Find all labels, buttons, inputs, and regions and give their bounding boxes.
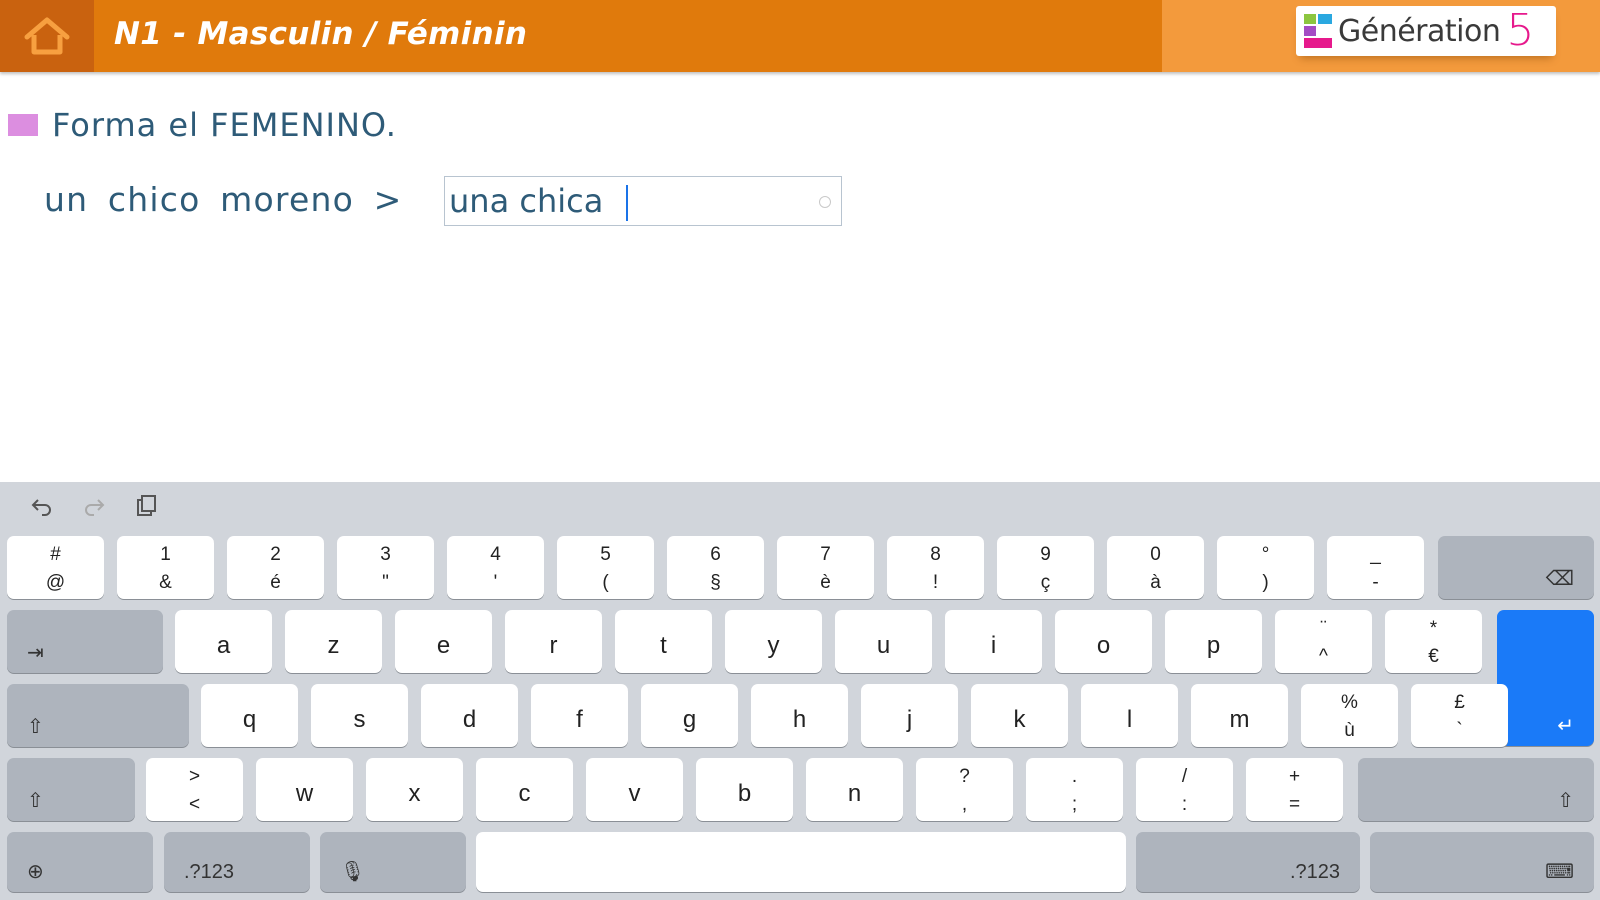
key-m[interactable]: m: [1191, 684, 1288, 747]
numbers-label: .?123: [184, 861, 235, 883]
key-l[interactable]: l: [1081, 684, 1178, 747]
keyboard-hide-icon: ⌨: [1545, 861, 1574, 883]
shift-left-key[interactable]: ⇧: [7, 684, 189, 747]
key-p[interactable]: p: [1165, 610, 1262, 673]
key-8[interactable]: 8!: [887, 536, 984, 599]
brand-number: 5: [1506, 5, 1535, 56]
space-key[interactable]: [476, 832, 1126, 892]
key-h[interactable]: h: [751, 684, 848, 747]
key-z[interactable]: z: [285, 610, 382, 673]
app-header: N1 - Masculin / Féminin Génération 5: [0, 0, 1600, 72]
key-4[interactable]: 4 ': [447, 536, 544, 599]
key-i[interactable]: i: [945, 610, 1042, 673]
key-y[interactable]: y: [725, 610, 822, 673]
exercise-prompt: un chico moreno >: [44, 180, 403, 219]
return-icon: ↵: [1557, 715, 1574, 737]
key-punct-3[interactable]: + =: [1246, 758, 1343, 821]
shift-icon: ⇧: [1557, 790, 1574, 812]
on-screen-keyboard: # @1 & 2 é 3 " 4 ' 5(6 § 7 è 8! 9 ç 0 à °) _ - ⌫ ⇥ a z e r t y u i o p ¨ ^…: [0, 482, 1600, 900]
key-e[interactable]: e: [395, 610, 492, 673]
globe-key[interactable]: ⊕: [7, 832, 153, 892]
instruction-marker-icon: [8, 114, 38, 136]
brand-logo: Génération 5: [1296, 6, 1556, 56]
numbers-key-left[interactable]: .?123: [164, 832, 310, 892]
numbers-key-right[interactable]: .?123: [1136, 832, 1360, 892]
key-2[interactable]: 2é: [227, 536, 324, 599]
clipboard-icon[interactable]: [128, 492, 164, 520]
tab-icon: ⇥: [27, 642, 44, 664]
key-1[interactable]: 1 &: [117, 536, 214, 599]
key-k[interactable]: k: [971, 684, 1068, 747]
key-12[interactable]: _ -: [1327, 536, 1424, 599]
brand-mark-icon: [1304, 14, 1334, 48]
key-w[interactable]: w: [256, 758, 353, 821]
key-r[interactable]: r: [505, 610, 602, 673]
undo-icon[interactable]: [24, 492, 60, 520]
key-10[interactable]: 0à: [1107, 536, 1204, 599]
key-7[interactable]: 7è: [777, 536, 874, 599]
page-title: N1 - Masculin / Féminin: [114, 16, 528, 52]
key-punct-2[interactable]: /:: [1136, 758, 1233, 821]
backspace-icon: ⌫: [1545, 568, 1574, 590]
shift-icon: ⇧: [27, 790, 44, 812]
home-button[interactable]: [0, 0, 94, 72]
key-t[interactable]: t: [615, 610, 712, 673]
key-g[interactable]: g: [641, 684, 738, 747]
key-j[interactable]: j: [861, 684, 958, 747]
key-5[interactable]: 5(: [557, 536, 654, 599]
key-b[interactable]: b: [696, 758, 793, 821]
key-3[interactable]: 3 ": [337, 536, 434, 599]
keyboard-toolbar: [0, 482, 1600, 530]
key-symbol-0[interactable]: ¨ ^: [1275, 610, 1372, 673]
instruction-row: Forma el FEMENINO.: [8, 106, 397, 144]
hide-keyboard-key[interactable]: ⌨: [1370, 832, 1594, 892]
key-punct-1[interactable]: .;: [1026, 758, 1123, 821]
redo-icon[interactable]: [76, 492, 112, 520]
key-angle-brackets[interactable]: > <: [146, 758, 243, 821]
key-6[interactable]: 6 §: [667, 536, 764, 599]
clear-input-icon[interactable]: [819, 196, 831, 208]
key-a[interactable]: a: [175, 610, 272, 673]
key-v[interactable]: v: [586, 758, 683, 821]
return-key[interactable]: ↵: [1497, 610, 1594, 746]
key-o[interactable]: o: [1055, 610, 1152, 673]
microphone-icon: 🎙: [340, 861, 366, 883]
key-s[interactable]: s: [311, 684, 408, 747]
key-11[interactable]: °): [1217, 536, 1314, 599]
key-symbol-r3-0[interactable]: % ù: [1301, 684, 1398, 747]
title-bar: N1 - Masculin / Féminin: [94, 0, 1162, 72]
key-u[interactable]: u: [835, 610, 932, 673]
brand-name: Génération: [1338, 13, 1501, 49]
key-9[interactable]: 9ç: [997, 536, 1094, 599]
key-f[interactable]: f: [531, 684, 628, 747]
key-0[interactable]: # @: [7, 536, 104, 599]
text-caret: [626, 185, 628, 221]
backspace-key[interactable]: ⌫: [1438, 536, 1594, 599]
key-symbol-r3-1[interactable]: £ `: [1411, 684, 1508, 747]
key-symbol-1[interactable]: * €: [1385, 610, 1482, 673]
globe-icon: ⊕: [27, 861, 44, 883]
key-q[interactable]: q: [201, 684, 298, 747]
shift-key[interactable]: ⇧: [7, 758, 135, 821]
answer-input[interactable]: una chica: [444, 176, 842, 226]
key-c[interactable]: c: [476, 758, 573, 821]
dictation-key[interactable]: 🎙: [320, 832, 466, 892]
key-n[interactable]: n: [806, 758, 903, 821]
key-x[interactable]: x: [366, 758, 463, 821]
shift-right-key[interactable]: ⇧: [1358, 758, 1594, 821]
tab-key[interactable]: ⇥: [7, 610, 163, 673]
numbers-label: .?123: [1289, 861, 1340, 883]
key-punct-0[interactable]: ?,: [916, 758, 1013, 821]
shift-icon: ⇧: [27, 716, 44, 738]
answer-value: una chica: [449, 182, 604, 220]
home-icon: [24, 17, 70, 55]
instruction-text: Forma el FEMENINO.: [52, 106, 397, 144]
key-d[interactable]: d: [421, 684, 518, 747]
